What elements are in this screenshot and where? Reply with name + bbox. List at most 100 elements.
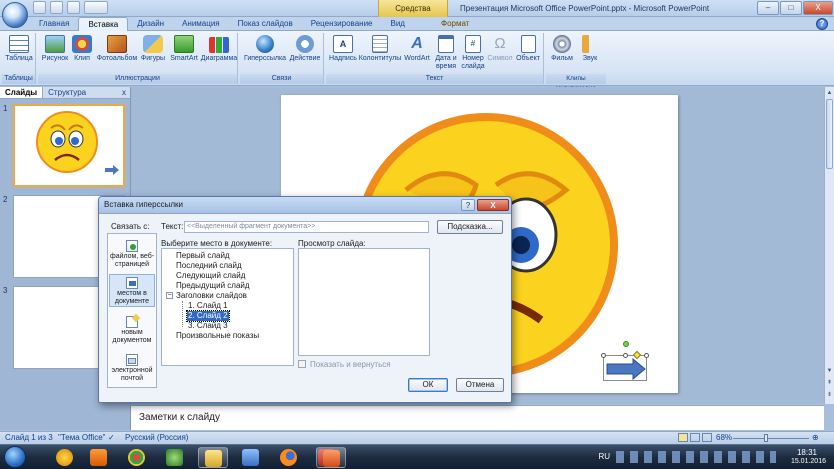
tree-collapse-icon[interactable]: − bbox=[166, 292, 173, 299]
save-icon[interactable] bbox=[33, 1, 46, 14]
tab-home[interactable]: Главная bbox=[30, 17, 78, 31]
show-and-return-checkbox[interactable] bbox=[298, 360, 306, 368]
shapes-button[interactable]: Фигуры bbox=[138, 35, 168, 73]
sound-button[interactable]: Звук bbox=[576, 35, 604, 73]
tab-format[interactable]: Формат bbox=[432, 17, 478, 31]
tab-insert[interactable]: Вставка bbox=[78, 17, 129, 31]
slideshow-view-icon[interactable] bbox=[702, 433, 712, 442]
vertical-scrollbar[interactable]: ▲ ▼ ⇞ ⇟ bbox=[824, 87, 834, 404]
header-footer-button[interactable]: Колонтитулы bbox=[358, 35, 402, 73]
window-controls: – □ X bbox=[756, 1, 833, 15]
place-tree[interactable]: Первый слайд Последний слайд Следующий с… bbox=[161, 248, 294, 366]
maximize-button[interactable]: □ bbox=[780, 1, 802, 15]
action-button[interactable]: Действие bbox=[288, 35, 322, 73]
next-slide-icon[interactable]: ⇟ bbox=[826, 391, 833, 399]
date-time-button[interactable]: Дата и время bbox=[432, 35, 460, 73]
start-button[interactable] bbox=[4, 446, 26, 468]
taskbar-explorer[interactable] bbox=[198, 447, 228, 468]
tab-outline[interactable]: Структура bbox=[43, 87, 91, 98]
language-status[interactable]: Русский (Россия) bbox=[125, 432, 188, 444]
undo-icon[interactable] bbox=[50, 1, 63, 14]
resize-handle[interactable] bbox=[601, 353, 606, 358]
smartart-button[interactable]: SmartArt bbox=[168, 35, 200, 73]
display-text-input[interactable]: <<Выделенный фрагмент документа>> bbox=[184, 221, 429, 233]
cancel-button[interactable]: Отмена bbox=[456, 378, 504, 392]
taskbar-app-1[interactable] bbox=[50, 447, 80, 468]
scroll-up-icon[interactable]: ▲ bbox=[826, 89, 833, 97]
slide-number: 2 bbox=[3, 195, 8, 204]
tray-icons[interactable] bbox=[616, 451, 776, 463]
tab-review[interactable]: Рецензирование bbox=[302, 17, 382, 31]
zoom-slider[interactable] bbox=[733, 438, 809, 439]
tree-item-next-slide[interactable]: Следующий слайд bbox=[176, 271, 245, 281]
scrollbar-thumb[interactable] bbox=[826, 99, 833, 169]
table-button[interactable]: Таблица bbox=[2, 35, 36, 73]
taskbar-app-6[interactable] bbox=[236, 447, 266, 468]
link-email-address[interactable]: электронной почтой bbox=[109, 352, 155, 383]
chart-button[interactable]: Диаграмма bbox=[200, 35, 238, 73]
clip-button[interactable]: Клип bbox=[68, 35, 96, 73]
spellcheck-icon[interactable]: ✓ bbox=[108, 432, 115, 444]
link-place-in-document[interactable]: местом в документе bbox=[109, 274, 155, 307]
dialog-close-button[interactable]: X bbox=[477, 199, 509, 211]
group-text: A Надпись Колонтитулы A WordArt Дата и в… bbox=[326, 33, 544, 84]
tab-slideshow[interactable]: Показ слайдов bbox=[229, 17, 302, 31]
picture-button[interactable]: Рисунок bbox=[38, 35, 72, 73]
tree-item-previous-slide[interactable]: Предыдущий слайд bbox=[176, 281, 250, 291]
slide-sorter-icon[interactable] bbox=[690, 433, 700, 442]
help-icon[interactable]: ? bbox=[816, 18, 828, 30]
slide-thumbnail-1[interactable] bbox=[13, 104, 125, 187]
tab-slides[interactable]: Слайды bbox=[0, 87, 44, 98]
pane-close-button[interactable]: x bbox=[122, 87, 126, 98]
tab-design[interactable]: Дизайн bbox=[128, 17, 173, 31]
screen-tip-button[interactable]: Подсказка... bbox=[437, 220, 503, 234]
tree-item-slide-1[interactable]: 1. Слайд 1 bbox=[188, 301, 228, 311]
link-new-document[interactable]: новым документом bbox=[109, 313, 155, 345]
movie-button[interactable]: Фильм bbox=[548, 35, 576, 73]
office-button[interactable] bbox=[2, 2, 28, 28]
minimize-button[interactable]: – bbox=[757, 1, 779, 15]
input-language[interactable]: RU bbox=[598, 452, 610, 461]
tree-item-slide-3[interactable]: 3. Слайд 3 bbox=[188, 321, 228, 331]
ok-button[interactable]: ОК bbox=[408, 378, 448, 392]
zoom-level[interactable]: 68% bbox=[716, 432, 732, 444]
resize-handle[interactable] bbox=[644, 353, 649, 358]
wordart-button[interactable]: A WordArt bbox=[402, 35, 432, 73]
textbox-button[interactable]: A Надпись bbox=[328, 35, 358, 73]
taskbar-powerpoint[interactable] bbox=[316, 447, 346, 468]
tree-item-custom-shows[interactable]: Произвольные показы bbox=[176, 331, 259, 341]
dialog-help-button[interactable]: ? bbox=[461, 199, 475, 211]
tab-view[interactable]: Вид bbox=[382, 17, 414, 31]
clock-date[interactable]: 15.01.2016 bbox=[791, 458, 826, 465]
notes-pane[interactable]: Заметки к слайду bbox=[130, 405, 824, 430]
fit-window-icon[interactable]: ⊕ bbox=[812, 432, 819, 444]
taskbar-app-4[interactable] bbox=[160, 447, 190, 468]
normal-view-icon[interactable] bbox=[678, 433, 688, 442]
link-existing-file[interactable]: файлом, веб-страницей bbox=[109, 238, 155, 269]
scroll-down-icon[interactable]: ▼ bbox=[826, 367, 833, 375]
zoom-slider-thumb[interactable] bbox=[764, 434, 769, 442]
symbol-button[interactable]: Ω Символ bbox=[486, 35, 514, 73]
photo-album-button[interactable]: Фотоальбом bbox=[96, 35, 138, 73]
taskbar-firefox[interactable] bbox=[274, 447, 304, 468]
prev-slide-icon[interactable]: ⇞ bbox=[826, 379, 833, 387]
slide-number-button[interactable]: # Номер слайда bbox=[460, 35, 486, 73]
clock-time[interactable]: 18:31 bbox=[797, 448, 817, 457]
resize-handle[interactable] bbox=[623, 353, 628, 358]
redo-icon[interactable] bbox=[67, 1, 80, 14]
taskbar-app-2[interactable] bbox=[84, 447, 114, 468]
close-button[interactable]: X bbox=[803, 1, 833, 15]
arrow-shape[interactable] bbox=[601, 341, 649, 381]
hyperlink-button[interactable]: Гиперссылка bbox=[242, 35, 288, 73]
link-to-label: Связать с: bbox=[111, 222, 150, 231]
taskbar-app-3[interactable] bbox=[122, 447, 152, 468]
tree-item-first-slide[interactable]: Первый слайд bbox=[176, 251, 230, 261]
object-button[interactable]: Объект bbox=[514, 35, 542, 73]
rotation-handle[interactable] bbox=[623, 341, 629, 347]
tree-item-slide-titles[interactable]: Заголовки слайдов bbox=[176, 291, 247, 301]
qat-customize-icon[interactable] bbox=[84, 1, 108, 14]
email-icon bbox=[126, 354, 138, 366]
tree-item-last-slide[interactable]: Последний слайд bbox=[176, 261, 242, 271]
tree-item-slide-2[interactable]: 2. Слайд 2 bbox=[186, 310, 230, 322]
tab-animation[interactable]: Анимация bbox=[173, 17, 229, 31]
